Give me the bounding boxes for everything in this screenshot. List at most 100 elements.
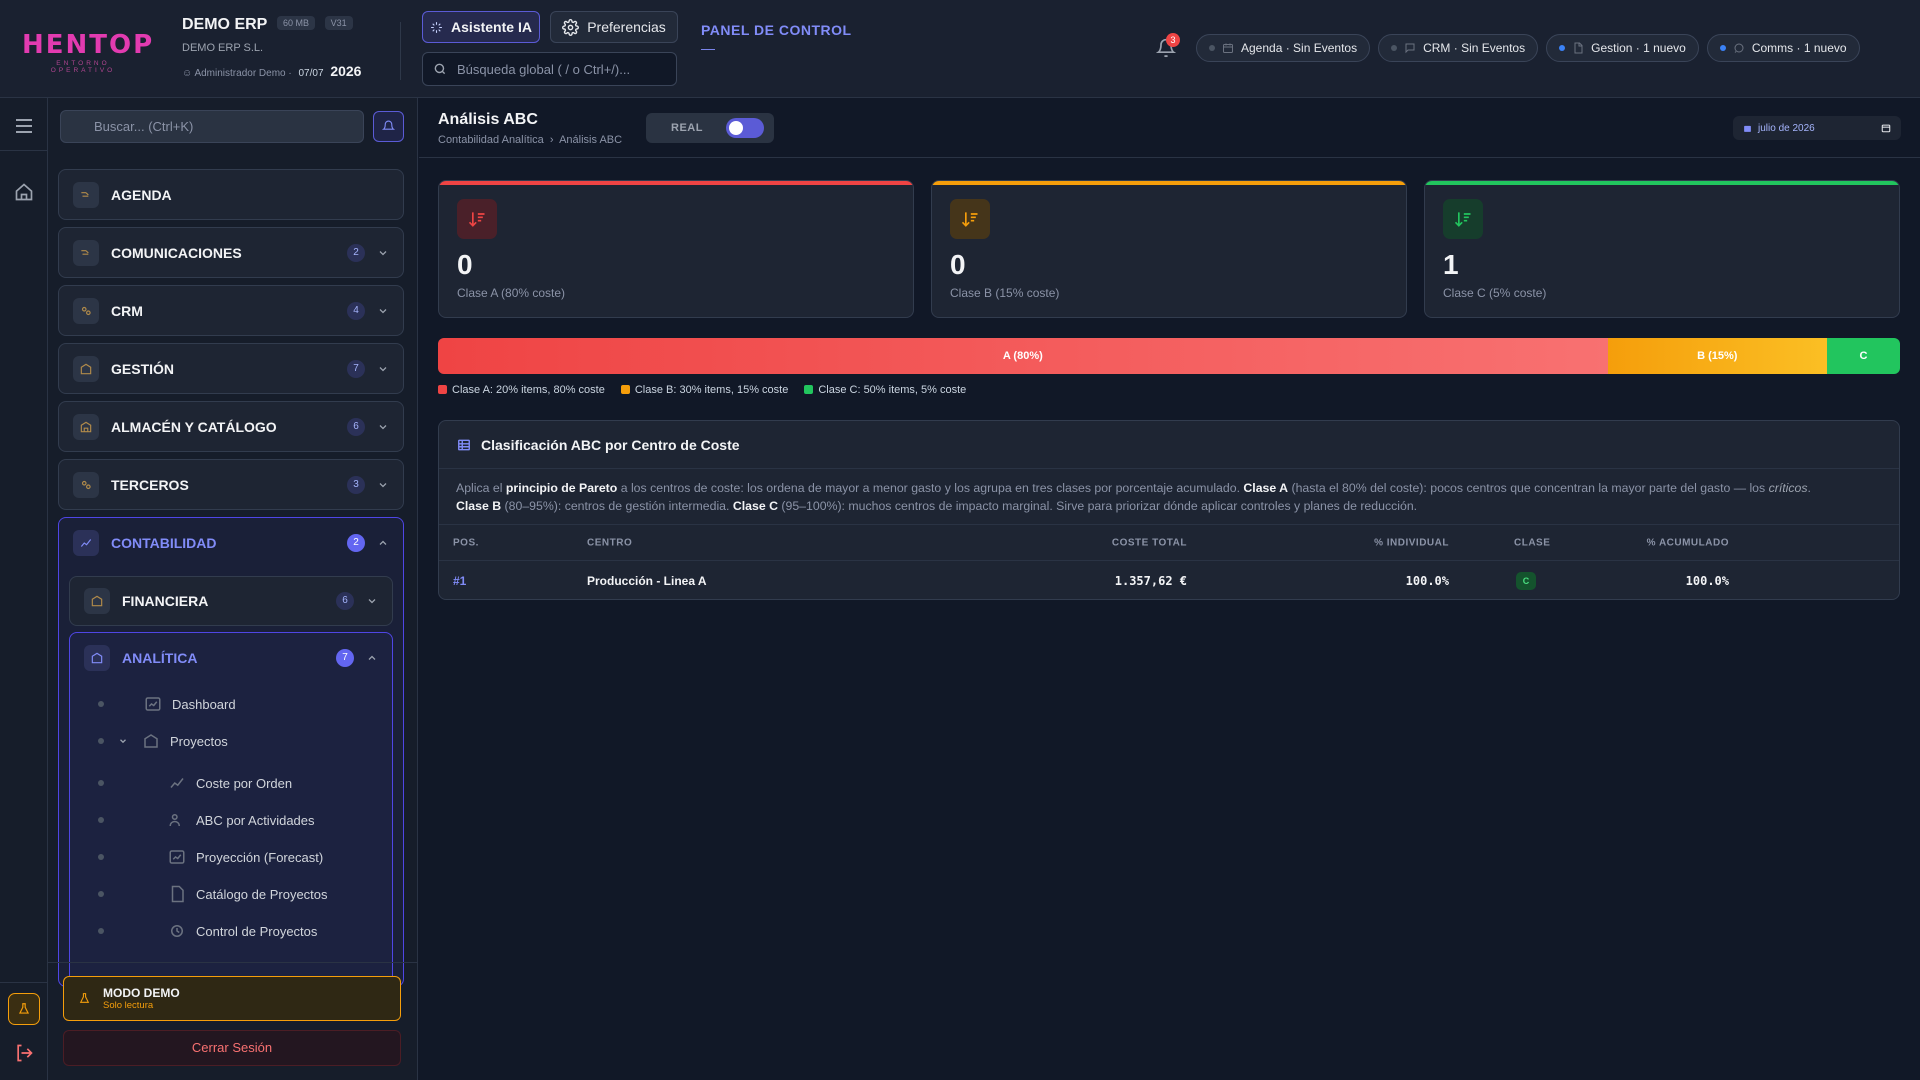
- module-icon: [84, 645, 110, 671]
- global-search-input[interactable]: Búsqueda global ( / o Ctrl+/)...: [422, 52, 677, 86]
- sidebar-subitem-coste-orden[interactable]: Coste por Orden: [168, 768, 292, 798]
- demo-mode-title: MODO DEMO: [103, 986, 180, 1000]
- calendar-icon: [1223, 43, 1233, 53]
- search-icon: [434, 63, 446, 75]
- catalog-icon: [171, 885, 184, 903]
- status-pill-gestion[interactable]: Gestion · 1 nuevo: [1546, 34, 1699, 62]
- page-title: Análisis ABC: [438, 111, 538, 128]
- menu-icon[interactable]: [12, 114, 36, 138]
- stat-label: Clase B (15% coste): [950, 286, 1060, 300]
- sidebar-item-agenda[interactable]: AGENDA: [58, 169, 404, 220]
- rail-divider: [0, 982, 48, 983]
- demo-mode-button[interactable]: [8, 993, 40, 1025]
- home-icon[interactable]: [14, 182, 34, 202]
- column-header-pos[interactable]: POS.: [453, 537, 479, 548]
- chevron-down-icon: [379, 308, 387, 313]
- status-dot: [1559, 45, 1566, 51]
- table-card-header: Clasificación ABC por Centro de Coste: [439, 421, 1899, 469]
- column-header-acumulado[interactable]: % ACUMULADO: [1647, 537, 1729, 548]
- status-pills: Agenda · Sin Eventos CRM · Sin Eventos G…: [1196, 34, 1860, 62]
- sidebar-item-gestion[interactable]: GESTIÓN 7: [58, 343, 404, 394]
- logout-icon[interactable]: [14, 1043, 34, 1063]
- sidebar: Buscar... (Ctrl+K) AGENDA COMUNICACIONES…: [48, 98, 418, 1080]
- status-dot: [1719, 45, 1726, 51]
- flask-icon: [18, 1003, 30, 1014]
- cell-acumulado: 100.0%: [1685, 574, 1729, 588]
- stat-label: Clase A (80% coste): [457, 286, 566, 300]
- chevron-down-icon: [379, 250, 387, 255]
- sidebar-item-contabilidad: CONTABILIDAD 2 FINANCIERA 6 ANALÍTICA 7 …: [58, 517, 404, 987]
- sidebar-item-label: CONTABILIDAD: [111, 535, 217, 551]
- table-icon: [458, 439, 470, 450]
- stat-accent: [1425, 181, 1899, 185]
- abc-table-card: Clasificación ABC por Centro de Coste Ap…: [438, 420, 1900, 600]
- contabilidad-header[interactable]: CONTABILIDAD 2: [59, 518, 403, 568]
- column-header-centro[interactable]: CENTRO: [587, 537, 632, 548]
- table-description: Aplica el principio de Pareto a los cent…: [439, 469, 1899, 525]
- month-picker[interactable]: julio de 2026: [1733, 116, 1901, 140]
- status-pill-comms[interactable]: Comms · 1 nuevo: [1706, 34, 1860, 62]
- tree-bullet: [98, 738, 104, 744]
- stat-value: 1: [1443, 249, 1459, 280]
- sidebar-search-input[interactable]: Buscar... (Ctrl+K): [60, 110, 364, 143]
- stat-card-class-a: 0 Clase A (80% coste): [438, 180, 914, 318]
- count-badge: 4: [347, 301, 365, 320]
- sidebar-item-financiera[interactable]: FINANCIERA 6: [69, 576, 393, 626]
- sidebar-subitem-dashboard[interactable]: Dashboard: [144, 689, 236, 719]
- sidebar-subitem-control-proyectos[interactable]: Control de Proyectos: [168, 916, 317, 946]
- logout-button[interactable]: Cerrar Sesión: [63, 1030, 401, 1066]
- count-badge: 2: [347, 243, 365, 262]
- abc-segment-a: A (80%): [438, 338, 1608, 374]
- sidebar-subitem-abc-actividades[interactable]: ABC por Actividades: [168, 805, 315, 835]
- module-icon: [84, 588, 110, 614]
- current-year: 2026: [330, 63, 362, 79]
- module-icon: [73, 181, 99, 208]
- ai-assistant-label: Asistente IA: [451, 19, 532, 35]
- sidebar-pin-button[interactable]: [373, 111, 404, 142]
- column-header-individual[interactable]: % INDIVIDUAL: [1374, 537, 1449, 548]
- preferences-button[interactable]: Preferencias: [550, 11, 678, 43]
- logo-subtitle: ENTORNO OPERATIVO: [50, 60, 116, 74]
- toggle-switch[interactable]: [726, 118, 764, 138]
- sidebar-item-label: TERCEROS: [111, 476, 189, 493]
- legend-item-a: Clase A: 20% items, 80% coste: [438, 384, 605, 396]
- table-title: Clasificación ABC por Centro de Coste: [481, 436, 740, 453]
- sort-desc-icon: [1443, 199, 1483, 239]
- document-icon: [1574, 42, 1583, 54]
- chevron-down-icon: [379, 424, 387, 429]
- chevron-down-icon: [379, 482, 387, 487]
- column-header-coste[interactable]: COSTE TOTAL: [1112, 537, 1187, 548]
- sidebar-subitem-proyectos[interactable]: Proyectos: [118, 726, 228, 756]
- ai-assistant-button[interactable]: Asistente IA: [422, 11, 540, 43]
- chat-icon: [1405, 43, 1415, 54]
- breadcrumb-parent[interactable]: Contabilidad Analítica: [438, 134, 544, 146]
- module-icon: [73, 471, 99, 498]
- sidebar-item-crm[interactable]: CRM 4: [58, 285, 404, 336]
- sidebar-item-label: ALMACÉN Y CATÁLOGO: [111, 418, 277, 435]
- user-name: Administrador Demo: [194, 68, 286, 79]
- bell-icon: [382, 120, 395, 130]
- folder-icon: [144, 734, 158, 748]
- status-pill-crm[interactable]: CRM · Sin Eventos: [1378, 34, 1539, 62]
- stat-label: Clase C (5% coste): [1443, 286, 1547, 300]
- notification-badge: 3: [1166, 33, 1180, 47]
- analitica-header[interactable]: ANALÍTICA 7: [70, 633, 392, 683]
- sparkle-icon: [431, 21, 442, 33]
- sidebar-item-comunicaciones[interactable]: COMUNICACIONES 2: [58, 227, 404, 278]
- sidebar-item-almacen[interactable]: ALMACÉN Y CATÁLOGO 6: [58, 401, 404, 452]
- abc-segment-c: C: [1826, 338, 1900, 374]
- company-legal-name: DEMO ERP S.L.: [182, 42, 264, 54]
- table-row[interactable]: #1 Producción - Linea A 1.357,62 € 100.0…: [439, 561, 1899, 599]
- control-icon: [171, 925, 183, 937]
- sidebar-divider: [48, 962, 418, 963]
- real-mode-toggle[interactable]: REAL: [646, 113, 774, 143]
- sidebar-subitem-catalogo-proyectos[interactable]: Catálogo de Proyectos: [168, 879, 328, 909]
- sort-desc-icon: [950, 199, 990, 239]
- status-pill-agenda[interactable]: Agenda · Sin Eventos: [1196, 34, 1371, 62]
- column-header-clase[interactable]: CLASE: [1514, 537, 1550, 548]
- sidebar-subitem-forecast[interactable]: Proyección (Forecast): [168, 842, 323, 872]
- app-logo[interactable]: HENTOP ENTORNO OPERATIVO: [22, 32, 152, 74]
- users-icon: [169, 814, 180, 827]
- chart-icon: [170, 778, 184, 788]
- sidebar-item-terceros[interactable]: TERCEROS 3: [58, 459, 404, 510]
